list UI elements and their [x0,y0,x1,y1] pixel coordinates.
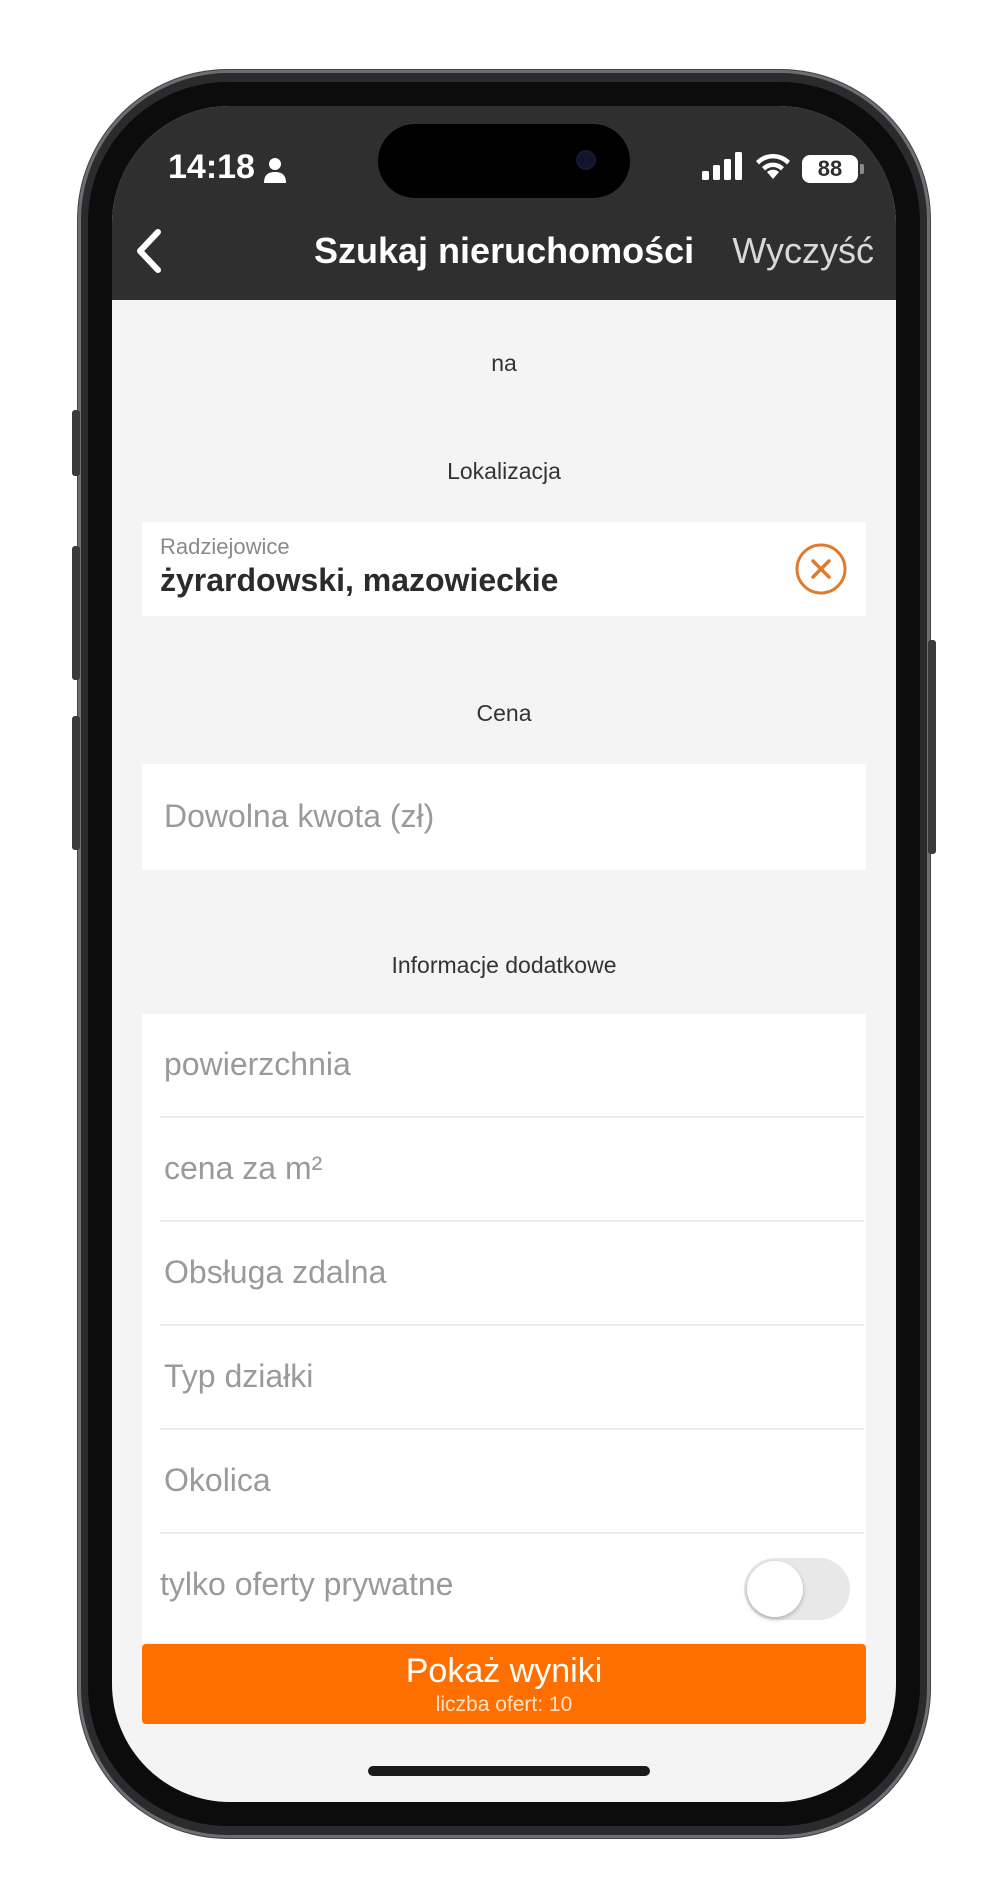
dynamic-island [378,124,630,198]
private-offers-label: tylko oferty prywatne [160,1566,454,1602]
area-label: powierzchnia [164,1046,351,1082]
status-time-text: 14:18 [168,148,255,186]
top-bar: 14:18 88 Szukaj nieruchomości Wyczyść [112,106,896,300]
neighborhood-field[interactable]: Okolica [160,1430,864,1534]
show-results-label: Pokaż wyniki [405,1652,603,1690]
close-circle-icon [795,543,847,595]
plot-type-label: Typ działki [164,1358,314,1394]
battery-icon: 88 [802,154,864,183]
extra-info-card: powierzchnia cena za m² Obsługa zdalna T… [142,1014,866,1642]
plot-type-field[interactable]: Typ działki [160,1326,864,1430]
show-results-button[interactable]: Pokaż wyniki liczba ofert: 10 [142,1644,866,1724]
location-city: Radziejowice [160,534,290,559]
status-icons: 88 [702,152,864,185]
home-indicator [368,1766,650,1776]
transaction-type-label[interactable]: na [112,350,896,377]
clear-location-button[interactable] [794,542,848,596]
area-field[interactable]: powierzchnia [160,1014,864,1118]
action-button [72,410,80,476]
clear-button[interactable]: Wyczyść [732,230,874,272]
location-section-label: Lokalizacja [447,458,561,484]
battery-level: 88 [817,155,843,181]
offer-count-label: liczba ofert: 10 [435,1693,573,1716]
private-offers-toggle[interactable] [744,1558,850,1620]
volume-down-button [72,716,80,850]
app-screen: 14:18 88 Szukaj nieruchomości Wyczyść na… [112,106,896,1802]
remote-service-field[interactable]: Obsługa zdalna [160,1222,864,1326]
toggle-knob [747,1561,803,1617]
chevron-left-icon [137,229,161,273]
location-region: żyrardowski, mazowieckie [160,562,559,598]
price-placeholder: Dowolna kwota (zł) [164,798,435,834]
wifi-icon [754,152,792,185]
cellular-signal-icon [702,152,744,185]
page-title: Szukaj nieruchomości [314,230,695,271]
back-button[interactable] [130,226,170,276]
extra-info-section-label: Informacje dodatkowe [391,952,617,978]
volume-up-button [72,546,80,680]
remote-service-label: Obsługa zdalna [164,1254,387,1290]
location-field[interactable]: Radziejowice żyrardowski, mazowieckie [142,522,866,616]
price-per-m2-label: cena za m² [164,1150,323,1186]
price-field[interactable]: Dowolna kwota (zł) [142,764,866,870]
camera-icon [578,152,594,168]
price-per-m2-field[interactable]: cena za m² [160,1118,864,1222]
power-button [928,640,936,854]
status-time: 14:18 [168,148,287,187]
private-offers-row: tylko oferty prywatne [156,1534,864,1638]
person-icon [263,154,287,183]
price-section-label: Cena [476,700,532,726]
neighborhood-label: Okolica [164,1462,271,1498]
